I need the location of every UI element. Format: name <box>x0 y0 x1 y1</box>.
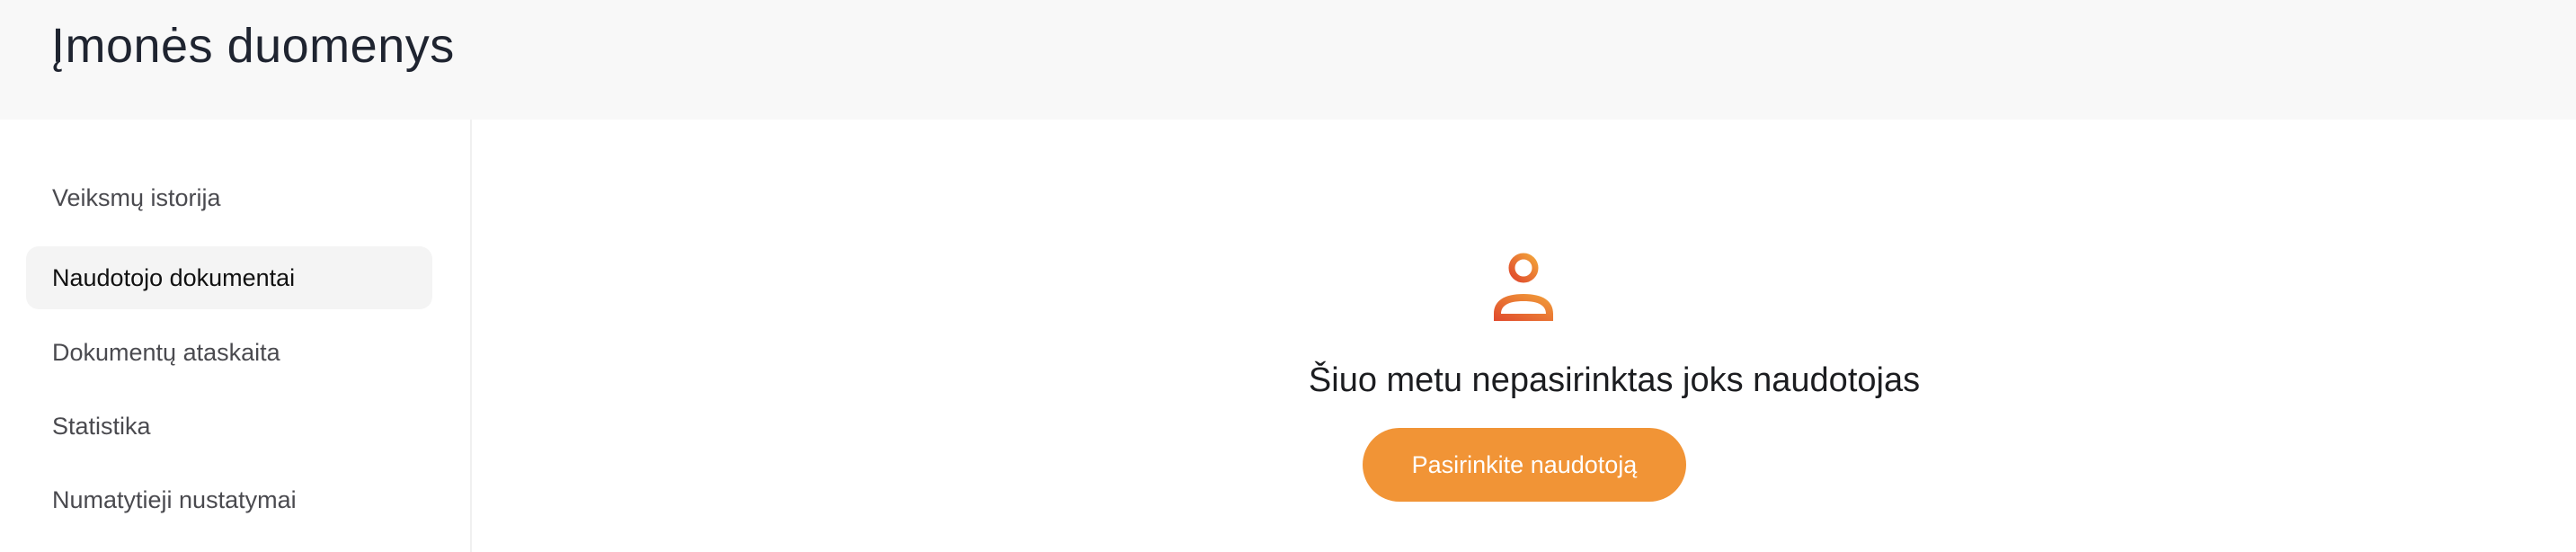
sidebar-item-label: Statistika <box>52 412 151 440</box>
sidebar-item-label: Veiksmų istorija <box>52 183 221 211</box>
sidebar-item-label: Naudotojo dokumentai <box>52 263 296 291</box>
sidebar-item-user-documents[interactable]: Naudotojo dokumentai <box>26 246 432 309</box>
user-icon <box>1494 253 1553 321</box>
sidebar-item-label: Numatytieji nustatymai <box>52 485 297 513</box>
empty-state-message: Šiuo metu nepasirinktas joks naudotojas <box>1308 361 1921 399</box>
sidebar-item-default-settings[interactable]: Numatytieji nustatymai <box>26 468 432 531</box>
sidebar-item-statistics[interactable]: Statistika <box>26 395 432 458</box>
sidebar-item-label: Dokumentų ataskaita <box>52 338 280 366</box>
page-title: Įmonės duomenys <box>51 19 455 73</box>
select-user-button[interactable]: Pasirinkite naudotoją <box>1363 428 1686 502</box>
sidebar: Veiksmų istorija Naudotojo dokumentai Do… <box>0 120 472 552</box>
page-header: Įmonės duomenys <box>0 0 2576 120</box>
sidebar-item-action-history[interactable]: Veiksmų istorija <box>26 166 432 229</box>
sidebar-item-documents-report[interactable]: Dokumentų ataskaita <box>26 321 432 384</box>
